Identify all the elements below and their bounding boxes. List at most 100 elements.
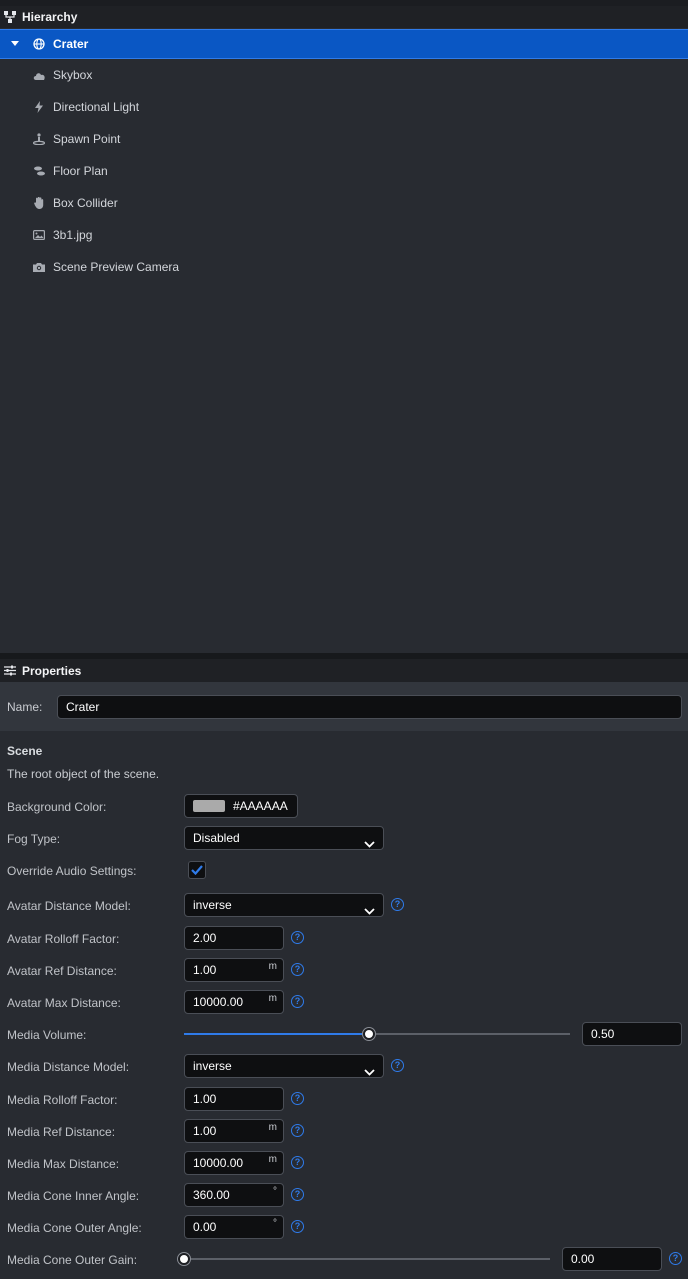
media-cone-inner-label: Media Cone Inner Angle: — [7, 1189, 140, 1203]
tree-item-label: Spawn Point — [53, 132, 121, 146]
media-volume-slider-handle[interactable] — [363, 1028, 375, 1040]
media-cone-inner-row: Media Cone Inner Angle: 360.00 ° ? — [0, 1183, 688, 1209]
help-icon[interactable]: ? — [291, 1092, 304, 1105]
help-icon[interactable]: ? — [291, 963, 304, 976]
unit-label: ° — [273, 1218, 277, 1229]
media-distance-model-label: Media Distance Model: — [7, 1060, 130, 1074]
tree-item-scene-preview-camera[interactable]: Scene Preview Camera — [0, 252, 688, 282]
avatar-rolloff-input[interactable]: 2.00 — [184, 926, 284, 950]
chevron-down-icon — [364, 833, 375, 855]
tree-item-label: Floor Plan — [53, 164, 108, 178]
avatar-ref-distance-row: Avatar Ref Distance: 1.00 m ? — [0, 958, 688, 984]
help-icon[interactable]: ? — [291, 1156, 304, 1169]
cloud-icon — [31, 67, 47, 83]
hierarchy-icon — [4, 11, 16, 23]
tree-item-label: Skybox — [53, 68, 93, 82]
tree-item-spawn-point[interactable]: Spawn Point — [0, 124, 688, 154]
media-cone-inner-value: 360.00 — [193, 1188, 230, 1202]
name-row: Name: Crater — [0, 682, 688, 731]
media-max-distance-value: 10000.00 — [193, 1156, 244, 1170]
chevron-down-icon — [364, 900, 375, 922]
cone-gain-slider-handle[interactable] — [178, 1253, 190, 1265]
help-icon[interactable]: ? — [391, 898, 404, 911]
avatar-max-distance-row: Avatar Max Distance: 10000.00 m ? — [0, 990, 688, 1016]
avatar-ref-distance-input[interactable]: 1.00 m — [184, 958, 284, 982]
media-cone-outer-gain-value: 0.00 — [571, 1252, 595, 1266]
media-cone-outer-gain-label: Media Cone Outer Gain: — [7, 1253, 138, 1267]
help-icon[interactable]: ? — [669, 1252, 682, 1265]
fog-type-row: Fog Type: Disabled — [0, 826, 688, 852]
avatar-distance-model-label: Avatar Distance Model: — [7, 899, 131, 913]
unit-label: ° — [273, 1186, 277, 1197]
fog-type-value: Disabled — [193, 831, 240, 845]
tree-item-image[interactable]: 3b1.jpg — [0, 220, 688, 250]
media-distance-model-value: inverse — [193, 1059, 232, 1073]
avatar-max-distance-input[interactable]: 10000.00 m — [184, 990, 284, 1014]
media-volume-slider-fill — [184, 1033, 369, 1035]
background-color-row: Background Color: #AAAAAA — [0, 794, 688, 820]
media-cone-inner-input[interactable]: 360.00 ° — [184, 1183, 284, 1207]
media-cone-outer-label: Media Cone Outer Angle: — [7, 1221, 142, 1235]
name-input[interactable]: Crater — [57, 695, 682, 719]
avatar-rolloff-label: Avatar Rolloff Factor: — [7, 932, 120, 946]
help-icon[interactable]: ? — [291, 931, 304, 944]
tree-item-box-collider[interactable]: Box Collider — [0, 188, 688, 218]
media-rolloff-value: 1.00 — [193, 1092, 217, 1106]
override-audio-checkbox[interactable] — [188, 861, 206, 879]
media-ref-distance-row: Media Ref Distance: 1.00 m ? — [0, 1119, 688, 1145]
section-title: Scene — [7, 744, 43, 758]
media-ref-distance-input[interactable]: 1.00 m — [184, 1119, 284, 1143]
media-cone-outer-value: 0.00 — [193, 1220, 217, 1234]
media-volume-value: 0.50 — [591, 1027, 615, 1041]
avatar-distance-model-select[interactable]: inverse — [184, 893, 384, 917]
media-ref-distance-value: 1.00 — [193, 1124, 217, 1138]
background-color-picker[interactable]: #AAAAAA — [184, 794, 298, 818]
media-rolloff-row: Media Rolloff Factor: 1.00 ? — [0, 1087, 688, 1113]
tree-item-label: Directional Light — [53, 100, 140, 114]
media-distance-model-row: Media Distance Model: inverse ? — [0, 1054, 688, 1080]
media-rolloff-input[interactable]: 1.00 — [184, 1087, 284, 1111]
tree-item-floor-plan[interactable]: Floor Plan — [0, 156, 688, 186]
caret-down-icon[interactable] — [8, 41, 22, 47]
hierarchy-tree: Crater Skybox Directional Light Spawn Po… — [0, 28, 688, 653]
tree-item-crater[interactable]: Crater — [0, 29, 688, 59]
media-cone-outer-input[interactable]: 0.00 ° — [184, 1215, 284, 1239]
media-max-distance-input[interactable]: 10000.00 m — [184, 1151, 284, 1175]
cone-gain-slider-track[interactable] — [184, 1258, 550, 1260]
color-hex-value: #AAAAAA — [233, 799, 288, 813]
help-icon[interactable]: ? — [291, 995, 304, 1008]
media-volume-label: Media Volume: — [7, 1028, 87, 1042]
help-icon[interactable]: ? — [391, 1059, 404, 1072]
hierarchy-title: Hierarchy — [22, 10, 78, 24]
avatar-rolloff-row: Avatar Rolloff Factor: 2.00 ? — [0, 926, 688, 952]
media-distance-model-select[interactable]: inverse — [184, 1054, 384, 1078]
help-icon[interactable]: ? — [291, 1124, 304, 1137]
media-cone-outer-gain-input[interactable]: 0.00 — [562, 1247, 662, 1271]
hierarchy-panel-header: Hierarchy — [0, 6, 688, 28]
chevron-down-icon — [364, 1061, 375, 1083]
help-icon[interactable]: ? — [291, 1220, 304, 1233]
camera-icon — [31, 259, 47, 275]
unit-label: m — [268, 1154, 277, 1165]
tree-item-directional-light[interactable]: Directional Light — [0, 92, 688, 122]
avatar-max-distance-label: Avatar Max Distance: — [7, 996, 121, 1010]
media-rolloff-label: Media Rolloff Factor: — [7, 1093, 118, 1107]
media-max-distance-label: Media Max Distance: — [7, 1157, 120, 1171]
spawn-icon — [31, 131, 47, 147]
properties-title: Properties — [22, 663, 82, 678]
media-volume-row: Media Volume: 0.50 — [0, 1022, 688, 1048]
unit-label: m — [268, 993, 277, 1004]
media-ref-distance-label: Media Ref Distance: — [7, 1125, 116, 1139]
media-cone-outer-gain-row: Media Cone Outer Gain: 0.00 ? — [0, 1247, 688, 1273]
fog-type-select[interactable]: Disabled — [184, 826, 384, 850]
avatar-max-distance-value: 10000.00 — [193, 995, 244, 1009]
override-audio-label: Override Audio Settings: — [7, 864, 137, 878]
help-icon[interactable]: ? — [291, 1188, 304, 1201]
tree-item-label: Crater — [53, 37, 89, 51]
properties-panel-header: Properties — [0, 659, 688, 682]
media-volume-input[interactable]: 0.50 — [582, 1022, 682, 1046]
tree-item-label: 3b1.jpg — [53, 228, 93, 242]
tree-item-skybox[interactable]: Skybox — [0, 60, 688, 90]
shoe-prints-icon — [31, 163, 47, 179]
globe-icon — [31, 36, 47, 52]
